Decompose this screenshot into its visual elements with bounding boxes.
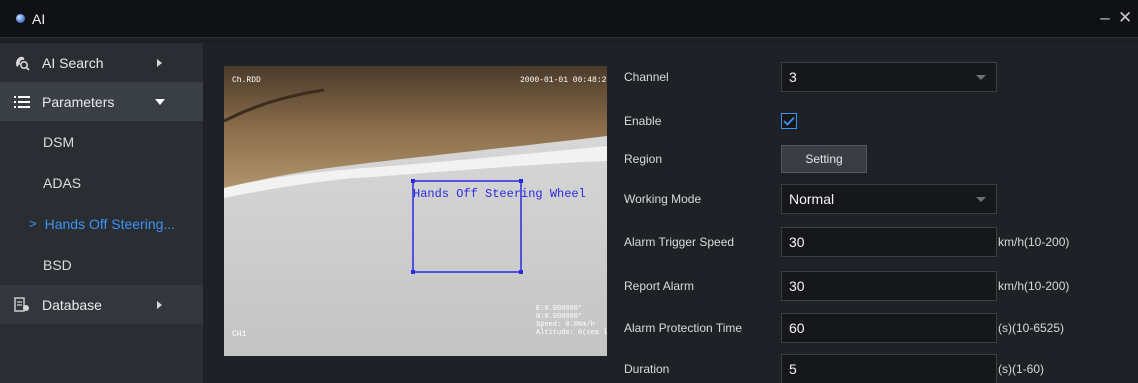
camera-frame: Ch.RDD 2000-01-01 00:48:28 Hands Off Ste… [224,66,607,356]
sidebar-item-label: AI Search [42,54,104,71]
sidebar-item-bsd[interactable]: BSD [0,244,203,285]
duration-label: Duration [624,362,670,376]
sidebar-item-parameters[interactable]: Parameters [0,82,203,121]
sidebar-item-hands-off-steering[interactable]: > Hands Off Steering... [0,203,203,244]
channel-label: Channel [624,70,669,84]
overlay-altitude: Altitude: 0(sea level) [536,329,607,337]
chevron-down-icon [976,197,986,202]
working-mode-label: Working Mode [624,192,702,206]
alarm-protection-time-input[interactable]: 60 [781,313,997,343]
detection-label: Hands Off Steering Wheel [413,187,586,201]
checkmark-icon [783,116,795,126]
window-title: AI [32,10,46,27]
active-arrow-icon: > [29,216,37,231]
close-button[interactable]: ✕ [1118,8,1132,28]
report-alarm-label: Report Alarm [624,279,695,293]
alarm-trigger-speed-input[interactable]: 30 [781,227,997,257]
database-icon [14,296,30,313]
list-icon [14,94,30,110]
sidebar: AI Search Parameters DSM ADAS > Hands Of… [0,43,203,383]
report-alarm-input[interactable]: 30 [781,271,997,301]
working-mode-select[interactable]: Normal [781,184,997,214]
sidebar-item-ai-search[interactable]: AI Search [0,43,203,82]
window-controls: – ✕ [1098,8,1132,28]
alarm-trigger-speed-unit: km/h(10-200) [998,235,1070,249]
video-preview: Ch.RDD 2000-01-01 00:48:28 Hands Off Ste… [224,66,607,356]
sidebar-item-database[interactable]: Database [0,285,203,324]
app-logo-icon [16,14,25,23]
duration-unit: (s)(1-60) [998,362,1045,376]
sidebar-item-adas[interactable]: ADAS [0,162,203,203]
channel-select[interactable]: 3 [781,62,997,92]
minimize-button[interactable]: – [1098,8,1112,28]
overlay-timestamp: 2000-01-01 00:48:28 [520,76,607,85]
enable-checkbox[interactable] [781,113,797,129]
sidebar-item-label: Database [42,296,102,313]
duration-input[interactable]: 5 [781,354,997,383]
alarm-trigger-speed-label: Alarm Trigger Speed [624,235,735,249]
chevron-right-icon [157,300,162,309]
chevron-down-icon [976,75,986,80]
alarm-protection-time-label: Alarm Protection Time [624,321,743,335]
alarm-protection-time-unit: (s)(10-6525) [998,321,1065,335]
title-bar: AI – ✕ [0,0,1138,38]
region-setting-button[interactable]: Setting [781,145,867,173]
region-label: Region [624,152,663,166]
overlay-gps-lat: N:0.000000° [536,312,582,321]
row-working-mode: Working Mode Normal [624,184,997,214]
overlay-gps-lon: E:0.000000° [536,304,582,313]
sidebar-item-label: Parameters [42,93,115,110]
chevron-right-icon [157,58,162,67]
report-alarm-unit: km/h(10-200) [998,279,1070,293]
row-channel: Channel 3 [624,62,997,92]
chevron-down-icon [155,98,165,105]
overlay-bottom-left: CH1 [232,330,247,339]
sidebar-item-dsm[interactable]: DSM [0,121,203,162]
overlay-channel-name: Ch.RDD [232,76,261,85]
ai-search-icon [14,55,30,71]
overlay-speed: Speed: 0.0Km/h [536,321,595,329]
enable-label: Enable [624,114,662,128]
